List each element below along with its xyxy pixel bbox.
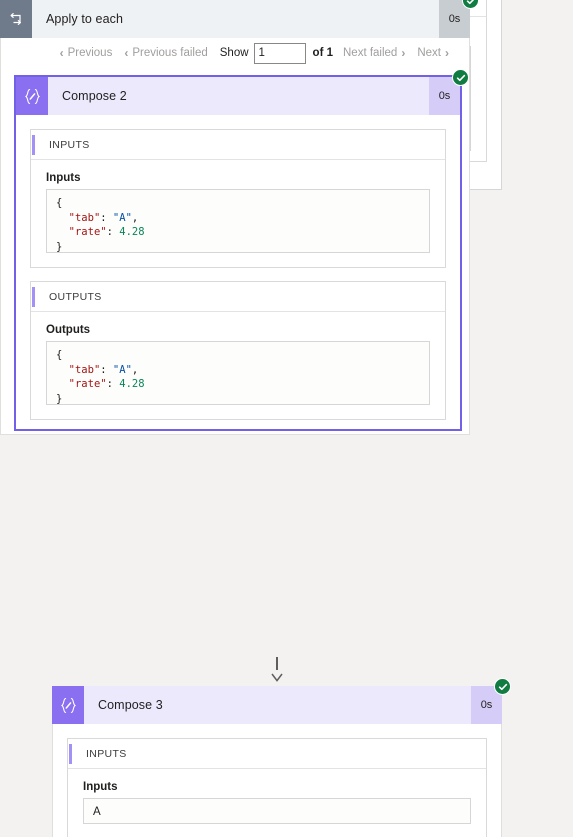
chevron-left-icon: ‹ xyxy=(59,46,64,60)
compose-3-card[interactable]: Compose 3 0s INPUTS Inputs A xyxy=(52,678,511,837)
compose-2-inputs-panel: INPUTS Inputs { "tab": "A", "rate": 4.28… xyxy=(30,129,446,268)
previous-failed-button[interactable]: ‹ Previous failed xyxy=(118,47,213,59)
compose-3-inputs-value-box[interactable]: A xyxy=(83,798,471,824)
next-button[interactable]: Next › xyxy=(411,47,455,59)
loop-pagination: ‹ Previous ‹ Previous failed Show of 1 N… xyxy=(1,38,469,68)
apply-to-each-card: Apply to each 0s ‹ Previous ‹ Previous f… xyxy=(0,0,479,435)
previous-button[interactable]: ‹ Previous xyxy=(54,47,119,59)
next-failed-button[interactable]: Next failed › xyxy=(337,47,411,59)
previous-failed-button-label: Previous failed xyxy=(132,47,208,59)
compose-3-inputs-panel-title: INPUTS xyxy=(86,747,127,760)
page-number-input[interactable] xyxy=(253,42,306,64)
compose-icon xyxy=(52,686,84,724)
compose-2-outputs-field-label: Outputs xyxy=(46,324,91,336)
compose-2-header[interactable]: Compose 2 0s xyxy=(16,69,469,115)
next-button-label: Next xyxy=(417,47,441,59)
compose-2-outputs-panel-title: OUTPUTS xyxy=(49,290,102,303)
compose-3-inputs-field-label: Inputs xyxy=(83,781,118,793)
previous-button-label: Previous xyxy=(67,47,113,59)
next-failed-button-label: Next failed xyxy=(343,47,398,59)
compose-icon xyxy=(16,77,48,115)
compose-2-outputs-panel: OUTPUTS Outputs { "tab": "A", "rate": 4.… xyxy=(30,281,446,420)
compose-2-outputs-json-content: { "tab": "A", "rate": 4.28 } xyxy=(56,349,145,405)
panel-accent-bar xyxy=(32,134,35,155)
compose-3-inputs-panel-header[interactable]: INPUTS xyxy=(68,739,486,769)
panel-accent-bar xyxy=(32,286,35,307)
status-succeeded-icon xyxy=(452,69,469,86)
status-succeeded-icon xyxy=(494,678,511,695)
compose-2-inputs-json-box[interactable]: { "tab": "A", "rate": 4.28 } xyxy=(46,189,430,253)
compose-2-outputs-json-box[interactable]: { "tab": "A", "rate": 4.28 } xyxy=(46,341,430,405)
connector-arrow-bottom xyxy=(271,657,283,687)
chevron-right-icon: › xyxy=(445,46,449,60)
compose-3-inputs-value: A xyxy=(93,806,101,818)
panel-accent-bar xyxy=(69,743,72,764)
compose-3-header[interactable]: Compose 3 0s xyxy=(52,678,511,724)
compose-2-inputs-panel-header[interactable]: INPUTS xyxy=(31,130,445,160)
apply-to-each-body: ‹ Previous ‹ Previous failed Show of 1 N… xyxy=(0,38,470,435)
page-total-label: of 1 xyxy=(312,47,333,59)
compose-3-inputs-panel: INPUTS Inputs A xyxy=(67,738,487,837)
chevron-left-icon: ‹ xyxy=(124,46,129,60)
chevron-right-icon: › xyxy=(401,46,406,60)
compose-2-title: Compose 2 xyxy=(48,77,429,115)
show-label: Show xyxy=(219,47,249,59)
compose-2-card[interactable]: Compose 2 0s INPUTS Inputs { "tab": "A",… xyxy=(14,69,469,431)
compose-2-outputs-panel-header[interactable]: OUTPUTS xyxy=(31,282,445,312)
apply-to-each-title: Apply to each xyxy=(32,0,439,38)
apply-to-each-loop-icon xyxy=(0,0,32,38)
workflow-run-canvas: OUTPUTS Outputs { "OutputParameters": {}… xyxy=(0,0,573,837)
compose-2-inputs-json-content: { "tab": "A", "rate": 4.28 } xyxy=(56,197,145,253)
apply-to-each-header[interactable]: Apply to each 0s xyxy=(0,0,479,38)
compose-2-inputs-field-label: Inputs xyxy=(46,172,81,184)
compose-2-inputs-panel-title: INPUTS xyxy=(49,138,90,151)
compose-3-title: Compose 3 xyxy=(84,686,471,724)
